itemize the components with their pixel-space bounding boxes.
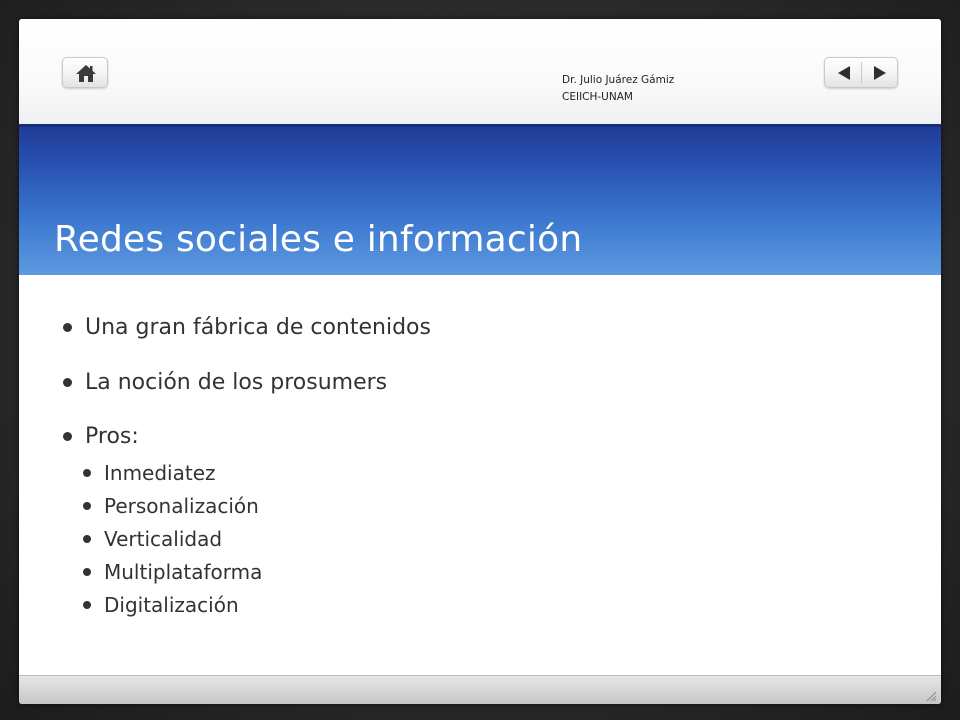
arrow-left-icon[interactable] (836, 65, 852, 81)
bullet-item: Una gran fábrica de contenidos (63, 315, 431, 340)
slide-header: Dr. Julio Juárez Gámiz CEIICH-UNAM (19, 19, 941, 124)
sub-bullet-item: Personalización (83, 494, 259, 518)
navigation-divider (861, 62, 862, 83)
slide-navigation (824, 57, 898, 88)
bullet-dot (83, 535, 91, 543)
bullet-dot (83, 568, 91, 576)
bullet-dot (63, 378, 72, 387)
author-info: Dr. Julio Juárez Gámiz CEIICH-UNAM (562, 72, 674, 106)
bullet-text: Una gran fábrica de contenidos (85, 315, 431, 340)
sub-bullet-item: Inmediatez (83, 461, 216, 485)
sub-bullet-item: Digitalización (83, 593, 239, 617)
sub-bullet-text: Multiplataforma (104, 560, 263, 584)
bullet-item: Pros: (63, 424, 139, 449)
sub-bullet-item: Multiplataforma (83, 560, 262, 584)
author-affiliation: CEIICH-UNAM (562, 91, 633, 103)
title-band: Redes sociales e información (19, 124, 941, 275)
bullet-text: Pros: (85, 424, 139, 449)
bullet-dot (63, 323, 72, 332)
home-button[interactable] (62, 57, 108, 88)
bullet-dot (83, 502, 91, 510)
sub-bullet-text: Digitalización (104, 593, 239, 617)
sub-bullet-text: Personalización (104, 494, 259, 518)
slide: Dr. Julio Juárez Gámiz CEIICH-UNAM Redes… (19, 19, 941, 704)
bullet-item: La noción de los prosumers (63, 370, 387, 395)
author-name: Dr. Julio Juárez Gámiz (562, 74, 675, 86)
bullet-dot (63, 432, 72, 441)
bottom-bar (19, 675, 941, 704)
sub-bullet-text: Inmediatez (104, 461, 216, 485)
bullet-text: La noción de los prosumers (85, 370, 388, 395)
sub-bullet-item: Verticalidad (83, 527, 222, 551)
arrow-right-icon[interactable] (872, 65, 888, 81)
sub-bullet-text: Verticalidad (104, 527, 223, 551)
resize-grip-icon[interactable] (925, 690, 937, 702)
home-icon (76, 65, 96, 82)
slide-title: Redes sociales e información (54, 219, 583, 260)
bullet-dot (83, 469, 91, 477)
bullet-dot (83, 601, 91, 609)
